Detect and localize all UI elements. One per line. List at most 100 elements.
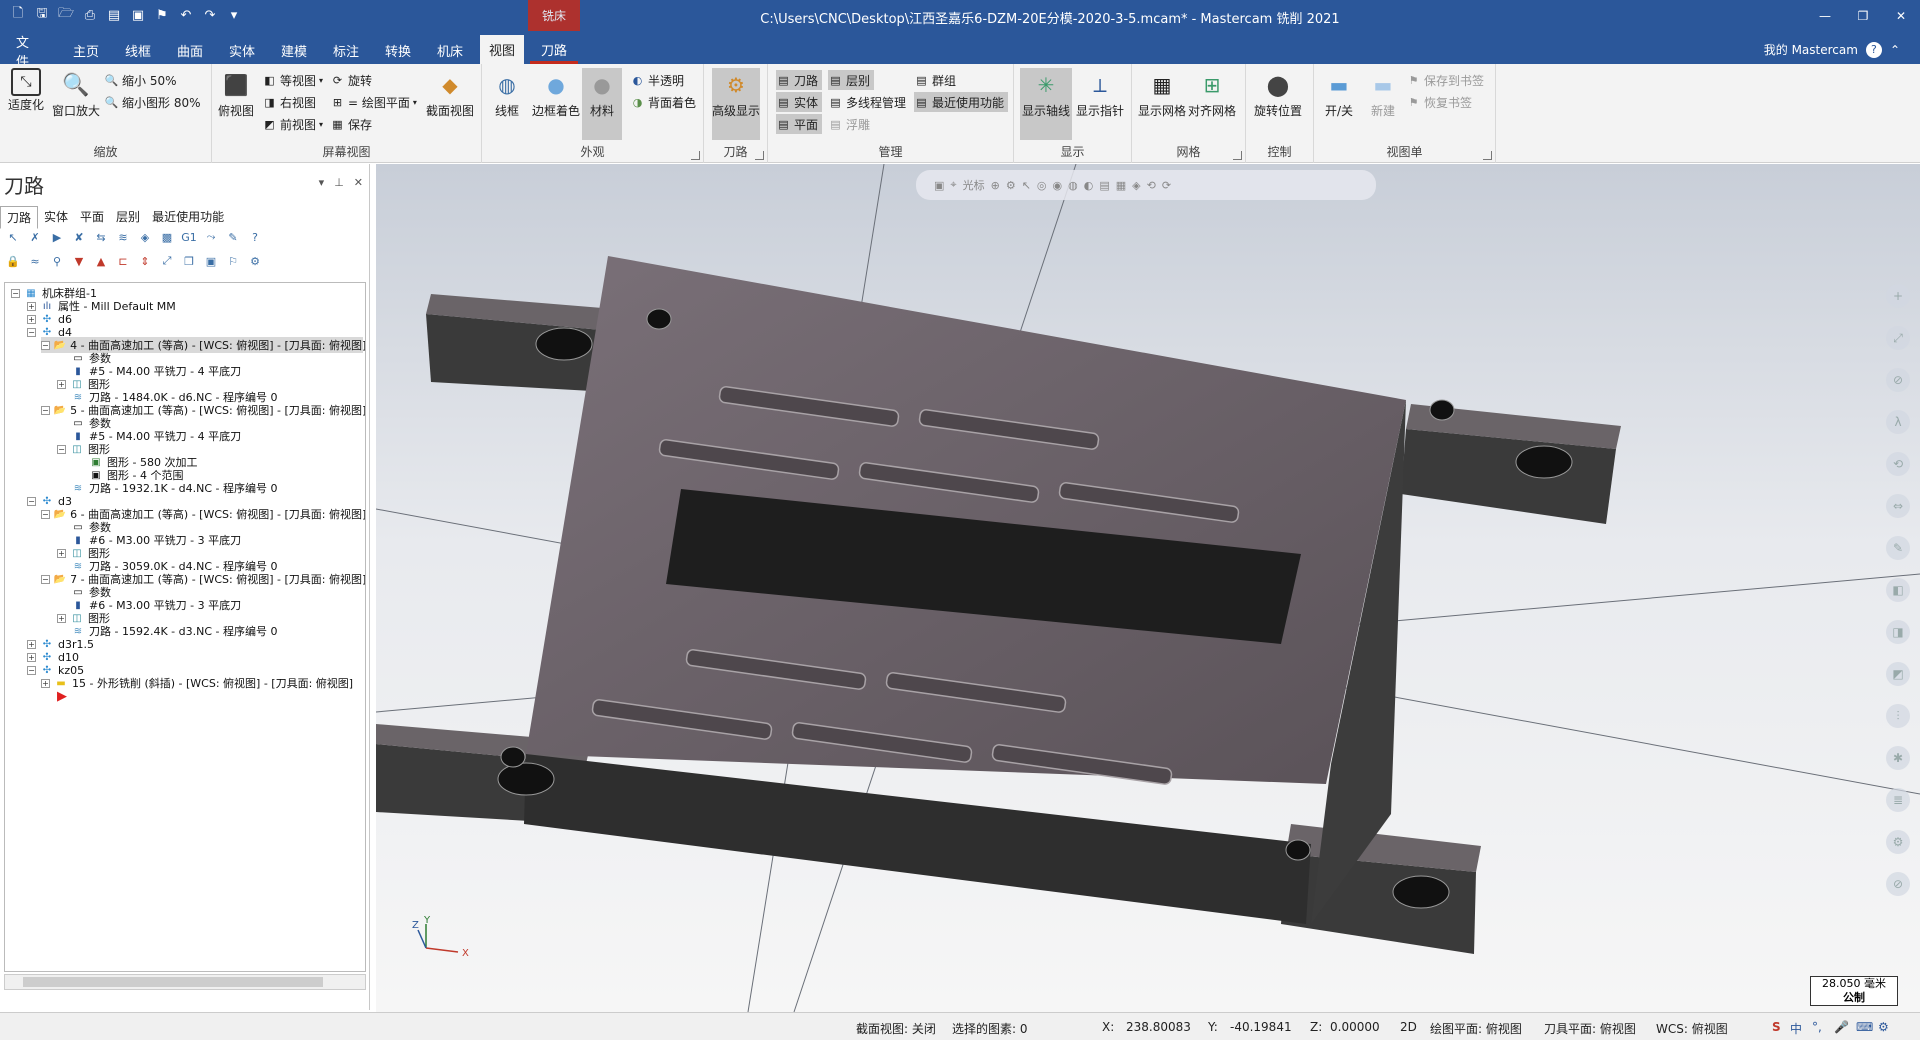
panel-tab-toolpaths[interactable]: 刀路 <box>0 206 39 229</box>
panel-tab-planes[interactable]: 平面 <box>74 206 110 229</box>
section-view-button[interactable]: ◆ 截面视图 <box>426 68 474 119</box>
tab-wireframe[interactable]: 线框 <box>116 37 160 64</box>
zoom-fit-icon[interactable]: ⤢ <box>1886 326 1910 350</box>
move-up-icon[interactable]: ▲ <box>92 252 110 270</box>
tab-solids[interactable]: 实体 <box>220 37 264 64</box>
backface-button[interactable]: ◑ 背面着色 <box>630 92 696 112</box>
select-only-icon[interactable]: ▤ <box>1099 179 1109 192</box>
grid-launcher[interactable] <box>1233 151 1242 160</box>
panel-menu-icon[interactable]: ▾ <box>319 176 325 189</box>
tplane-status[interactable]: 刀具平面: 俯视图 <box>1544 1020 1636 1037</box>
cursor-label[interactable]: 光标 <box>963 177 985 193</box>
material-icon[interactable]: ◨ <box>1886 620 1910 644</box>
toggle-display-icon[interactable]: ≈ <box>26 252 44 270</box>
close-icon[interactable]: ✕ <box>1882 0 1920 31</box>
viewsheet-onoff-button[interactable]: ▬ 开/关 <box>1322 68 1356 119</box>
punctuation-icon[interactable]: °, <box>1812 1020 1822 1034</box>
show-axes-button[interactable]: ✳ 显示轴线 <box>1020 68 1072 140</box>
collapse-icon[interactable]: − <box>41 340 50 350</box>
expand-icon[interactable]: + <box>27 652 36 662</box>
collapse-icon[interactable]: − <box>11 288 20 298</box>
right-view-button[interactable]: ◨ 右视图 <box>262 92 316 112</box>
help-circle-icon[interactable]: ? <box>246 228 264 246</box>
shade-icon[interactable]: ◧ <box>1886 578 1910 602</box>
collapse-ribbon-icon[interactable]: ⌃ <box>1890 43 1900 57</box>
x-coord-value[interactable]: 238.80083 <box>1126 1020 1191 1034</box>
deselect-icon[interactable]: ✗ <box>26 228 44 246</box>
edit-icon[interactable]: ✎ <box>224 228 242 246</box>
y-coord-value[interactable]: -40.19841 <box>1230 1020 1292 1034</box>
tree-operation-15[interactable]: + ▬ 15 - 外形铣削 (斜插) - [WCS: 俯视图] - [刀具面: 俯视… <box>41 675 363 691</box>
ime-logo-icon[interactable]: S <box>1772 1020 1781 1034</box>
face-select-icon[interactable]: ⟲ <box>1147 179 1156 192</box>
toggle-post-icon[interactable]: ⚲ <box>48 252 66 270</box>
ime-settings-icon[interactable]: ⚙ <box>1878 1020 1889 1034</box>
panel-tab-levels[interactable]: 层别 <box>110 206 146 229</box>
customize-qat-icon[interactable]: ▾ <box>224 5 244 25</box>
minimize-icon[interactable]: — <box>1806 0 1844 31</box>
show-grid-button[interactable]: ▦ 显示网格 <box>1138 68 1186 119</box>
measure-icon[interactable]: ⇔ <box>1886 494 1910 518</box>
collapse-icon[interactable]: − <box>57 444 66 454</box>
show-selected-icon[interactable]: ⤢ <box>158 252 176 270</box>
microphone-icon[interactable]: 🎤 <box>1834 1020 1849 1034</box>
zoom-plus-icon[interactable]: + <box>1886 284 1910 308</box>
verify-icon[interactable]: ◈ <box>136 228 154 246</box>
collapse-icon[interactable]: − <box>41 509 50 519</box>
graphics-viewport[interactable]: ▣ ⌖ 光标 ⊕ ⚙ ↖ ◎ ◉ ◍ ◐ ▤ ▦ ◈ ⟲ ⟳ + ⤢ ⊘ λ ⟲… <box>376 164 1920 1012</box>
toolpaths-manager-button[interactable]: ▤ 刀路 <box>776 70 823 90</box>
cursor-icon[interactable]: ⌖ <box>950 178 956 192</box>
fit-button[interactable]: ⤡ 适度化 <box>8 68 44 113</box>
snap-icon[interactable]: ⊕ <box>991 179 1000 192</box>
zoom-out-icon[interactable]: ⊘ <box>1886 368 1910 392</box>
viewsheets-launcher[interactable] <box>1483 151 1492 160</box>
tab-model-prep[interactable]: 建模 <box>272 37 316 64</box>
snap-grid-button[interactable]: ⊞ 对齐网格 <box>1188 68 1236 119</box>
rotate-position-button[interactable]: ⬤ 旋转位置 <box>1254 68 1302 119</box>
shaded-edges-button[interactable]: ● 边框着色 <box>532 68 580 119</box>
keyboard-icon[interactable]: ⌨ <box>1856 1020 1873 1034</box>
panel-tab-recent[interactable]: 最近使用功能 <box>146 206 230 229</box>
filter-icon[interactable]: ⚙ <box>1006 179 1016 192</box>
rotate-button[interactable]: ⟳ 旋转 <box>330 70 372 90</box>
layers-icon[interactable]: ≣ <box>1886 788 1910 812</box>
translucent-button[interactable]: ◐ 半透明 <box>630 70 684 90</box>
tab-machine[interactable]: 机床 <box>428 37 472 64</box>
collapse-icon[interactable]: − <box>27 327 36 337</box>
machine-sim-icon[interactable]: ▩ <box>158 228 176 246</box>
lock-icon[interactable]: 🔒 <box>4 252 22 270</box>
bookmark-icon[interactable]: ⚑ <box>152 5 172 25</box>
expand-icon[interactable]: + <box>41 678 50 688</box>
recent-functions-button[interactable]: ▤ 最近使用功能 <box>914 92 1009 112</box>
wcs-status[interactable]: WCS: 俯视图 <box>1656 1020 1728 1037</box>
open-icon[interactable]: 🗁 <box>56 5 76 25</box>
backplot-icon[interactable]: ≋ <box>114 228 132 246</box>
expand-icon[interactable]: + <box>27 314 36 324</box>
collapse-icon[interactable]: − <box>27 496 36 506</box>
print-preview-icon[interactable]: ▤ <box>104 5 124 25</box>
tab-file[interactable]: 文件 <box>8 36 48 70</box>
stop-icon[interactable]: ⊘ <box>1886 872 1910 896</box>
iso-view-button[interactable]: ◧ 等视图 ▾ <box>262 70 323 90</box>
multithread-manager-button[interactable]: ▤ 多线程管理 <box>828 92 906 112</box>
view-mode-icon[interactable]: ▣ <box>202 252 220 270</box>
tab-drafting[interactable]: 标注 <box>324 37 368 64</box>
verify-select-icon[interactable]: ▦ <box>1116 179 1126 192</box>
cplane-view-button[interactable]: ⊞ = 绘图平面 ▾ <box>330 92 417 112</box>
tree-toolpath[interactable]: ≋ 刀路 - 1592.4K - d3.NC - 程序编号 0 <box>71 623 278 639</box>
groups-manager-button[interactable]: ▤ 群组 <box>914 70 956 90</box>
account-link[interactable]: 我的 Mastercam <box>1764 41 1858 58</box>
z-coord-value[interactable]: 0.00000 <box>1330 1020 1380 1034</box>
insert-after-icon[interactable]: ⇕ <box>136 252 154 270</box>
collapse-icon[interactable]: − <box>27 665 36 675</box>
tab-surfaces[interactable]: 曲面 <box>168 37 212 64</box>
select-window-icon[interactable]: ◉ <box>1053 179 1063 192</box>
section-icon[interactable]: ◩ <box>1886 662 1910 686</box>
save-icon[interactable]: 🖫 <box>32 5 52 25</box>
rotate-view-icon[interactable]: ⟲ <box>1886 452 1910 476</box>
ime-mode[interactable]: 中 <box>1790 1020 1802 1037</box>
solid-select-icon[interactable]: ◈ <box>1132 179 1140 192</box>
expand-icon[interactable]: + <box>57 379 66 389</box>
post-g1-icon[interactable]: G1 <box>180 228 198 246</box>
levels-manager-button[interactable]: ▤ 层别 <box>828 70 875 90</box>
